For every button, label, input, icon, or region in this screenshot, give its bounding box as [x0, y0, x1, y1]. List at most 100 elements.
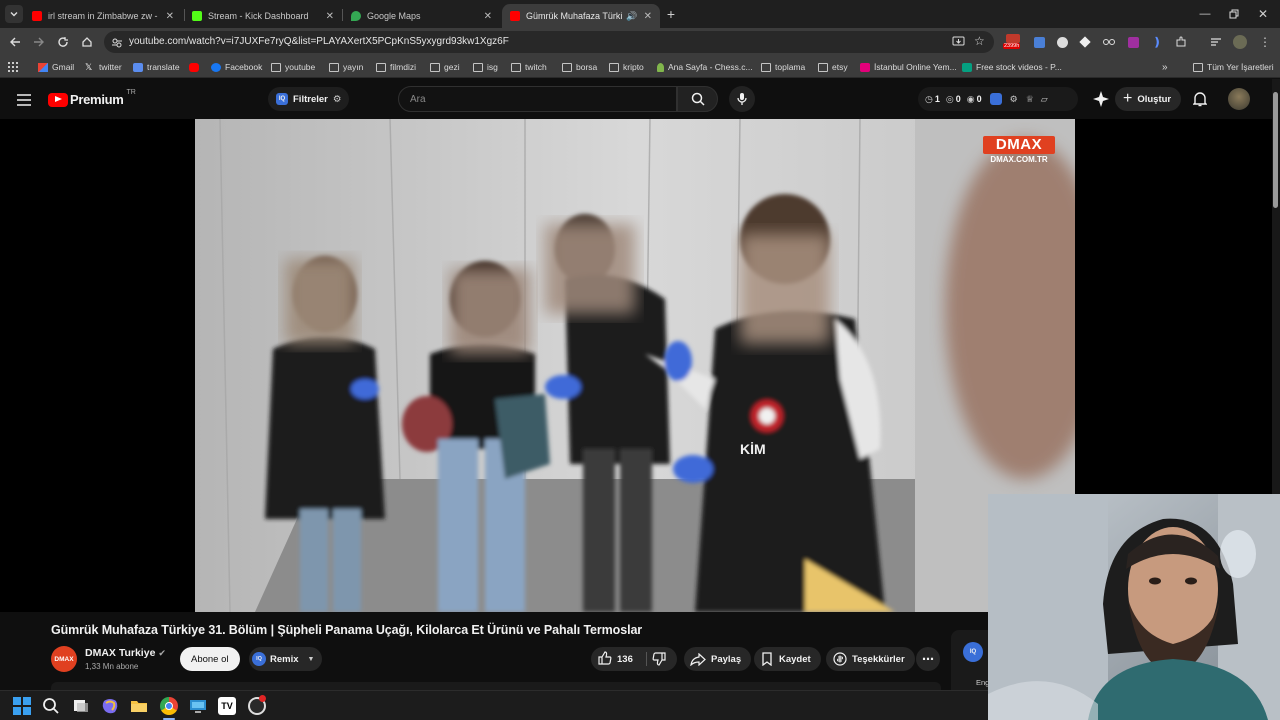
bookmark-facebook[interactable]: Facebook	[211, 61, 262, 73]
speaker-icon[interactable]: 🔊	[626, 11, 637, 22]
chrome-icon[interactable]	[160, 697, 178, 720]
extensions-puzzle-icon[interactable]	[1172, 33, 1190, 51]
channel-avatar[interactable]: DMAX	[51, 646, 77, 672]
bookmark-folder-twitch[interactable]: twitch	[511, 61, 547, 73]
tab-zimbabwe-stream[interactable]: irl stream in Zimbabwe zw - Yo ✕	[24, 4, 182, 28]
back-icon[interactable]	[6, 33, 24, 51]
bookmark-chess[interactable]: Ana Sayfa - Chess.c...	[657, 61, 753, 73]
gemini-icon[interactable]	[1093, 91, 1109, 112]
task-view-icon[interactable]	[72, 697, 90, 715]
bookmark-label: Gmail	[52, 62, 75, 72]
bookmark-label: gezi	[444, 62, 460, 72]
profile-avatar[interactable]	[1231, 33, 1249, 51]
extension-circle-icon[interactable]	[1053, 33, 1071, 51]
bookmark-folder-kripto[interactable]: kripto	[609, 61, 644, 73]
tab-title: Google Maps	[367, 11, 421, 21]
save-button[interactable]: Kaydet	[754, 647, 821, 671]
reload-icon[interactable]	[54, 33, 72, 51]
close-tab-icon[interactable]: ✕	[644, 11, 652, 22]
bookmark-folder-borsa[interactable]: borsa	[562, 61, 597, 73]
youtube-premium-logo[interactable]: Premium TR	[48, 89, 136, 107]
folder-icon	[473, 62, 483, 72]
bookmark-folder-yayin[interactable]: yayın	[329, 61, 363, 73]
remix-label: Remix	[270, 653, 299, 665]
extension-glasses-icon[interactable]	[1100, 33, 1118, 51]
close-tab-icon[interactable]: ✕	[326, 11, 334, 22]
bookmark-gmail[interactable]: Gmail	[38, 61, 74, 73]
create-button[interactable]: + Oluştur	[1115, 87, 1182, 111]
tab-gumruk-muhafaza[interactable]: Gümrük Muhafaza Türkiye 🔊 ✕	[502, 4, 660, 28]
thanks-button[interactable]: Teşekkürler	[826, 647, 915, 671]
address-bar[interactable]: youtube.com/watch?v=i7JUXFe7ryQ&list=PLA…	[104, 31, 994, 53]
filters-button[interactable]: IQ Filtreler ⚙	[268, 87, 350, 111]
translate-icon	[133, 62, 143, 72]
url-text[interactable]: youtube.com/watch?v=i7JUXFe7ryQ&list=PLA…	[129, 36, 509, 47]
file-explorer-icon[interactable]	[130, 697, 148, 715]
remix-button[interactable]: IQ Remix ▼	[249, 647, 323, 671]
hamburger-menu-icon[interactable]	[17, 93, 31, 111]
voice-search-button[interactable]	[729, 86, 755, 112]
search-icon[interactable]	[42, 697, 60, 715]
home-icon[interactable]	[78, 33, 96, 51]
browser-menu-icon[interactable]: ⋮	[1256, 33, 1274, 51]
notifications-bell-icon[interactable]	[1192, 91, 1208, 112]
all-bookmarks-folder[interactable]: Tüm Yer İşaretleri	[1193, 61, 1274, 73]
extension-tracker-icon[interactable]: 2399h	[1003, 34, 1022, 50]
bookmark-folder-gezi[interactable]: gezi	[430, 61, 460, 73]
remix-icon: IQ	[252, 652, 266, 666]
side-panel-stub[interactable]: IQ Eng	[951, 630, 991, 692]
new-tab-icon[interactable]: +	[662, 5, 680, 23]
reading-list-icon[interactable]	[1207, 33, 1225, 51]
site-info-icon[interactable]	[111, 36, 123, 54]
bookmark-label: Free stock videos - P...	[976, 62, 1062, 72]
bookmark-twitter[interactable]: 𝕏twitter	[85, 61, 122, 73]
more-bookmarks-icon[interactable]: »	[1162, 61, 1168, 73]
apps-grid-icon[interactable]	[8, 61, 18, 73]
more-actions-button[interactable]: ⋯	[916, 647, 940, 671]
windows-start-icon[interactable]	[13, 697, 31, 715]
bookmark-youtube[interactable]	[189, 61, 203, 73]
bookmark-folder-etsy[interactable]: etsy	[818, 61, 848, 73]
more-dots-icon: ⋯	[922, 652, 934, 666]
bookmark-pexels[interactable]: Free stock videos - P...	[962, 61, 1062, 73]
tradingview-icon[interactable]: TV	[218, 697, 236, 715]
install-app-icon[interactable]	[952, 35, 965, 53]
close-tab-icon[interactable]: ✕	[484, 11, 492, 22]
like-button[interactable]	[598, 651, 612, 668]
dmax-watermark: DMAX DMAX.COM.TR	[983, 136, 1055, 164]
restore-icon[interactable]	[1225, 5, 1243, 23]
bookmark-yemeksepeti[interactable]: İstanbul Online Yem...	[860, 61, 957, 73]
obs-icon[interactable]	[248, 695, 266, 715]
youtube-icon	[189, 62, 199, 72]
subscribe-button[interactable]: Abone ol	[180, 647, 240, 671]
translate-ext-icon[interactable]	[1030, 33, 1048, 51]
scrollbar-thumb[interactable]	[1273, 92, 1278, 208]
extension-audio-icon[interactable]: ❫	[1148, 33, 1166, 51]
dislike-button[interactable]	[652, 652, 666, 669]
extension-stats-bar[interactable]: ◷ 1 ◎ 0 ◉ 0 ⚙ ♕ ▱	[918, 87, 1078, 111]
bookmark-translate[interactable]: translate	[133, 61, 180, 73]
bookmark-folder-youtube[interactable]: youtube	[271, 61, 315, 73]
extension-diamond-icon[interactable]	[1076, 33, 1094, 51]
channel-name[interactable]: DMAX Turkiye ✔	[85, 647, 166, 659]
minimize-icon[interactable]: —	[1196, 5, 1214, 23]
tab-google-maps[interactable]: Google Maps ✕	[343, 4, 500, 28]
video-player[interactable]: KİM DMAX DMAX.COM.TR	[195, 119, 1075, 612]
account-avatar[interactable]	[1228, 88, 1250, 110]
close-tab-icon[interactable]: ✕	[166, 11, 174, 22]
tab-kick-dashboard[interactable]: Stream - Kick Dashboard ✕	[184, 4, 342, 28]
tab-search-icon[interactable]	[5, 5, 23, 23]
copilot-icon[interactable]	[101, 697, 119, 715]
search-button[interactable]	[677, 86, 718, 112]
bookmark-star-icon[interactable]: ☆	[974, 34, 985, 48]
bookmark-folder-filmdizi[interactable]: filmdizi	[376, 61, 416, 73]
extension-purple-icon[interactable]	[1124, 33, 1142, 51]
close-window-icon[interactable]: ✕	[1254, 5, 1272, 23]
folder-icon	[609, 62, 619, 72]
bookmark-folder-toplama[interactable]: toplama	[761, 61, 805, 73]
search-input[interactable]: Ara	[398, 86, 677, 112]
forward-icon[interactable]	[30, 33, 48, 51]
bookmark-folder-isg[interactable]: isg	[473, 61, 498, 73]
remote-desktop-icon[interactable]	[189, 697, 207, 715]
share-button[interactable]: Paylaş	[684, 647, 752, 671]
